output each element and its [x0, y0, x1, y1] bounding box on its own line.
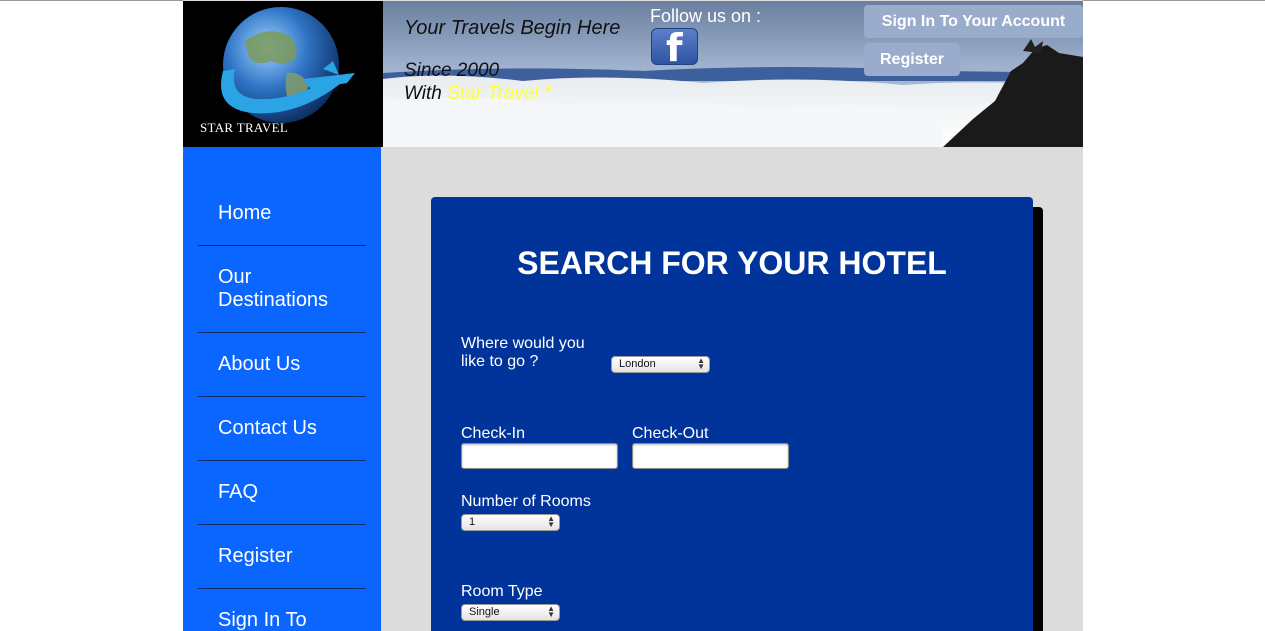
sidebar-item-label: Sign In To — [218, 609, 307, 631]
facebook-icon[interactable]: f — [651, 26, 698, 70]
brand-name: Star Travel * — [447, 83, 552, 104]
logo[interactable]: STAR TRAVEL — [183, 1, 383, 147]
room-type-label: Room Type — [461, 583, 543, 600]
sidebar-item-home[interactable]: Home — [198, 147, 366, 246]
register-button[interactable]: Register — [864, 43, 960, 76]
rooms-value: 1 — [469, 516, 476, 528]
sidebar-item-label: Contact Us — [218, 417, 317, 439]
page-title: SEARCH FOR YOUR HOTEL — [517, 245, 947, 281]
sidebar-item-faq[interactable]: FAQ — [198, 461, 366, 525]
select-arrows-icon: ▲ ▼ — [697, 356, 705, 371]
room-type-value: Single — [469, 606, 500, 618]
sidebar-item-label: Register — [218, 545, 293, 567]
page-container: STAR TRAVEL Your Travels Begin Here Sinc… — [183, 0, 1083, 631]
sidebar-nav: Home Our Destinations About Us Contact U… — [183, 147, 381, 631]
destination-select[interactable]: London ▲ ▼ — [611, 356, 710, 373]
sidebar-item-about-us[interactable]: About Us — [198, 333, 366, 397]
select-arrows-icon: ▲ ▼ — [547, 604, 555, 619]
sidebar-item-sign-in[interactable]: Sign In To — [198, 589, 366, 631]
sidebar-item-label: About Us — [218, 353, 301, 375]
sidebar-item-label: Our Destinations — [218, 266, 329, 311]
sidebar-item-register[interactable]: Register — [198, 525, 366, 589]
with-prefix: With — [404, 83, 448, 104]
follow-us-label: Follow us on : — [650, 6, 762, 26]
hotel-search-panel: SEARCH FOR YOUR HOTEL Where would you li… — [431, 197, 1033, 631]
check-in-input[interactable] — [461, 443, 618, 469]
check-in-label: Check-In — [461, 425, 526, 442]
logo-text: STAR TRAVEL — [200, 120, 289, 135]
tagline: Your Travels Begin Here — [404, 17, 621, 39]
with-brand-line: With Star Travel * — [404, 83, 551, 105]
select-arrows-icon: ▲ ▼ — [547, 514, 555, 529]
sidebar-item-contact-us[interactable]: Contact Us — [198, 397, 366, 461]
since-text: Since 2000 — [404, 60, 500, 81]
room-type-select[interactable]: Single ▲ ▼ — [461, 604, 560, 621]
sidebar-item-label: FAQ — [218, 481, 259, 503]
sidebar-item-label: Home — [218, 202, 272, 224]
sign-in-button[interactable]: Sign In To Your Account — [864, 5, 1083, 38]
rooms-label: Number of Rooms — [461, 493, 591, 510]
rooms-select[interactable]: 1 ▲ ▼ — [461, 514, 560, 531]
destination-label: Where would you like to go ? — [461, 335, 585, 370]
sidebar-item-our-destinations[interactable]: Our Destinations — [198, 246, 366, 333]
site-header: STAR TRAVEL Your Travels Begin Here Sinc… — [183, 1, 1083, 147]
check-out-input[interactable] — [632, 443, 789, 469]
check-out-label: Check-Out — [632, 425, 709, 442]
destination-value: London — [619, 358, 656, 370]
